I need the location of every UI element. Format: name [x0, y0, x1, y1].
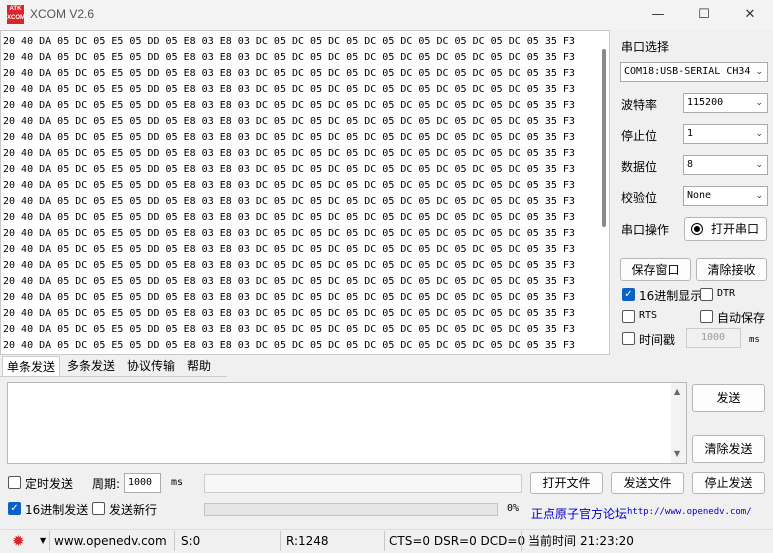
- hex-send-label: 16进制发送: [25, 503, 89, 517]
- send-textarea[interactable]: [7, 382, 687, 464]
- dtr-label: DTR: [717, 288, 736, 299]
- dtr-checkbox[interactable]: [700, 288, 713, 301]
- clear-send-button[interactable]: 清除发送: [692, 435, 765, 463]
- parity-value: None: [687, 190, 712, 201]
- send-newline-label: 发送新行: [109, 503, 158, 517]
- stop-bits-value: 1: [687, 128, 694, 139]
- save-window-button[interactable]: 保存窗口: [620, 258, 691, 281]
- close-button[interactable]: ✕: [727, 0, 773, 30]
- radio-icon: [691, 223, 703, 235]
- send-progress-text: 0%: [507, 503, 520, 514]
- stop-bits-label: 停止位: [621, 129, 658, 143]
- chevron-down-icon: ⌄: [755, 67, 763, 77]
- baud-value: 115200: [687, 97, 724, 108]
- status-separator: [280, 531, 281, 551]
- xcom-window: ATK XCOM XCOM V2.6 — ☐ ✕ 20 40 DA 05 DC …: [0, 0, 773, 553]
- send-progress-bar: [204, 503, 498, 516]
- chevron-down-icon: ⌄: [755, 129, 763, 139]
- status-website[interactable]: www.openedv.com: [54, 533, 167, 551]
- hex-display-label: 16进制显示: [639, 289, 703, 303]
- port-op-label: 串口操作: [621, 223, 670, 237]
- status-received-count: R:1248: [286, 534, 329, 548]
- caret-down-icon[interactable]: ▼: [40, 536, 46, 545]
- status-signals: CTS=0 DSR=0 DCD=0: [389, 534, 526, 548]
- send-scrollbar[interactable]: ▲ ▼: [671, 383, 686, 463]
- status-separator: [384, 531, 385, 551]
- rts-checkbox[interactable]: [622, 310, 635, 323]
- hex-display-checkbox[interactable]: ✓: [622, 288, 635, 301]
- data-bits-label: 数据位: [621, 160, 658, 174]
- timestamp-label: 时间戳: [639, 333, 676, 347]
- period-label: 周期:: [92, 477, 121, 491]
- file-path-field[interactable]: [204, 474, 522, 493]
- open-port-button[interactable]: 打开串口: [684, 217, 767, 241]
- window-title: XCOM V2.6: [30, 7, 95, 21]
- forum-link-text[interactable]: 正点原子官方论坛: [531, 505, 627, 522]
- port-select-value: COM18:USB-SERIAL CH34: [624, 66, 751, 77]
- receive-text: 20 40 DA 05 DC 05 E5 05 DD 05 E8 03 E8 0…: [3, 36, 575, 351]
- receive-scrollbar[interactable]: [602, 49, 606, 227]
- scroll-down-icon[interactable]: ▼: [674, 449, 680, 458]
- timestamp-interval-input[interactable]: 1000: [686, 328, 741, 348]
- tab-protocol[interactable]: 协议传输: [123, 356, 179, 376]
- baud-select[interactable]: 115200 ⌄: [683, 93, 768, 113]
- open-port-label: 打开串口: [711, 222, 760, 236]
- timestamp-unit: ms: [749, 335, 760, 345]
- open-file-button[interactable]: 打开文件: [530, 472, 603, 494]
- data-bits-value: 8: [687, 159, 694, 170]
- parity-label: 校验位: [621, 191, 658, 205]
- timestamp-checkbox[interactable]: [622, 332, 635, 345]
- auto-save-checkbox[interactable]: [700, 310, 713, 323]
- minimize-button[interactable]: —: [635, 0, 681, 30]
- app-logo-icon: ATK XCOM: [7, 5, 25, 24]
- scroll-up-icon[interactable]: ▲: [674, 387, 680, 396]
- forum-url[interactable]: http://www.openedv.com/: [627, 507, 752, 517]
- status-separator: [521, 531, 522, 551]
- chevron-down-icon: ⌄: [755, 98, 763, 108]
- status-separator: [174, 531, 175, 551]
- parity-select[interactable]: None ⌄: [683, 186, 768, 206]
- send-file-button[interactable]: 发送文件: [611, 472, 684, 494]
- tab-single-send[interactable]: 单条发送: [2, 356, 61, 376]
- period-input[interactable]: 1000: [124, 473, 161, 493]
- data-bits-select[interactable]: 8 ⌄: [683, 155, 768, 175]
- period-unit: ms: [171, 477, 184, 488]
- status-time-value: 21:23:20: [580, 534, 634, 548]
- stop-bits-select[interactable]: 1 ⌄: [683, 124, 768, 144]
- chevron-down-icon: ⌄: [755, 191, 763, 201]
- hex-send-checkbox[interactable]: ✓: [8, 502, 21, 515]
- clear-receive-button[interactable]: 清除接收: [696, 258, 767, 281]
- maximize-button[interactable]: ☐: [681, 0, 727, 30]
- timed-send-checkbox[interactable]: [8, 476, 21, 489]
- tab-help[interactable]: 帮助: [183, 356, 215, 376]
- port-select-label: 串口选择: [621, 40, 670, 54]
- receive-textarea[interactable]: 20 40 DA 05 DC 05 E5 05 DD 05 E8 03 E8 0…: [0, 30, 610, 355]
- send-button[interactable]: 发送: [692, 384, 765, 412]
- chevron-down-icon: ⌄: [755, 160, 763, 170]
- status-sent-count: S:0: [181, 534, 201, 548]
- rts-label: RTS: [639, 310, 658, 321]
- port-select[interactable]: COM18:USB-SERIAL CH34 ⌄: [620, 62, 768, 82]
- timed-send-label: 定时发送: [25, 477, 74, 491]
- status-separator: [49, 531, 50, 551]
- stop-send-button[interactable]: 停止发送: [692, 472, 765, 494]
- status-time-label: 当前时间: [528, 534, 577, 548]
- title-bar: ATK XCOM XCOM V2.6 — ☐ ✕: [0, 0, 773, 30]
- gear-icon[interactable]: ✹: [12, 533, 28, 549]
- send-newline-checkbox[interactable]: [92, 502, 105, 515]
- tab-multi-send[interactable]: 多条发送: [63, 356, 119, 376]
- auto-save-label: 自动保存: [717, 311, 766, 325]
- baud-label: 波特率: [621, 98, 658, 112]
